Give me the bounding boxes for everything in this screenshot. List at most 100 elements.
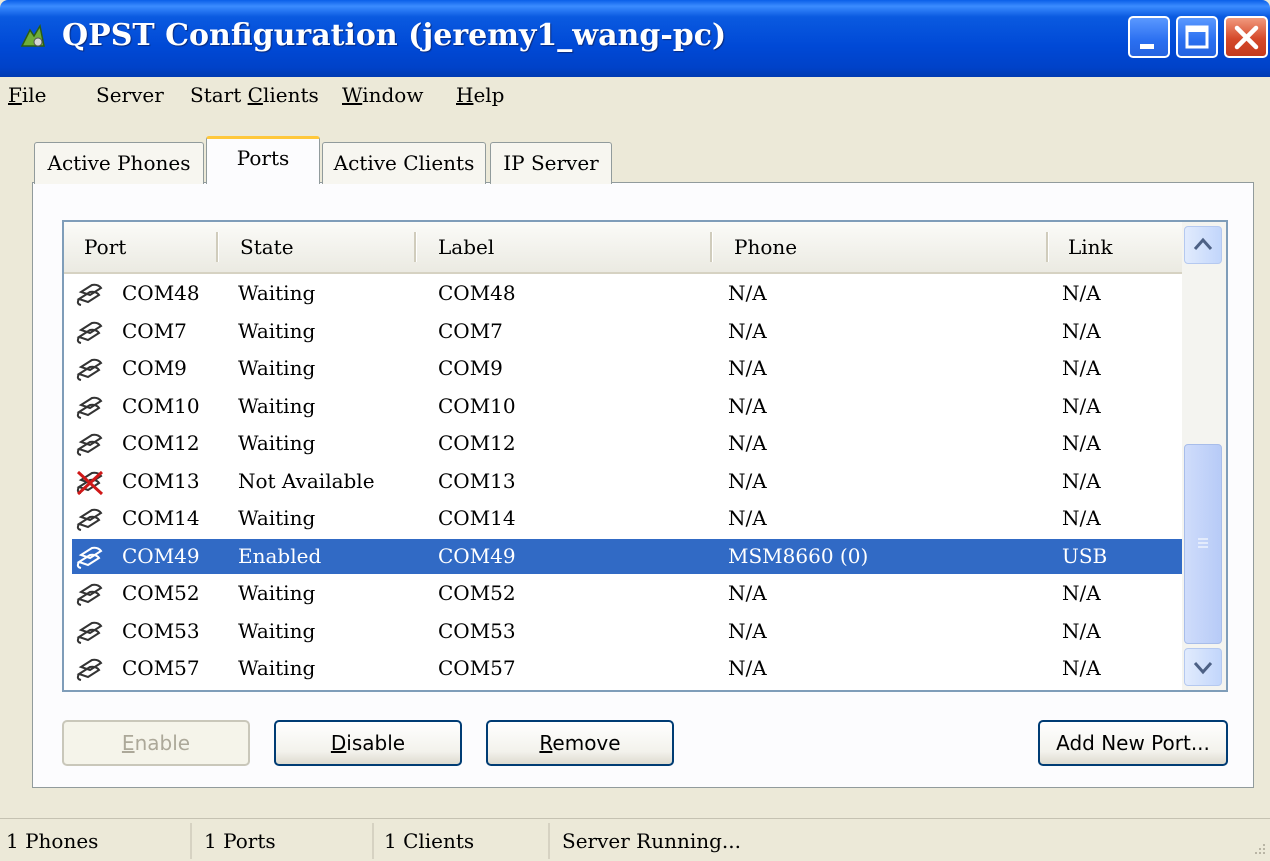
cell-port: COM10 bbox=[122, 393, 200, 418]
window-title: QPST Configuration (jeremy1_wang-pc) bbox=[62, 18, 727, 53]
ports-list-header: Port State Label Phone Link bbox=[64, 222, 1184, 274]
cell-label: COM9 bbox=[438, 356, 503, 380]
cell-state: Waiting bbox=[238, 618, 316, 643]
table-row[interactable]: COM7 Waiting COM7 N/A N/A bbox=[72, 314, 1182, 349]
cell-port: COM48 bbox=[122, 281, 200, 305]
cell-phone: N/A bbox=[728, 506, 767, 530]
table-row[interactable]: COM12 Waiting COM12 N/A N/A bbox=[72, 426, 1182, 461]
menu-bar: File Server Start Clients Window Help bbox=[0, 77, 1270, 117]
maximize-icon bbox=[1185, 25, 1209, 49]
maximize-button[interactable] bbox=[1176, 16, 1218, 58]
cell-link: N/A bbox=[1062, 431, 1101, 455]
cell-label: COM14 bbox=[438, 506, 516, 530]
menu-window[interactable]: Window bbox=[342, 83, 423, 107]
cell-link: N/A bbox=[1062, 581, 1101, 605]
cell-link: N/A bbox=[1062, 318, 1101, 343]
menu-window-mnemonic: W bbox=[342, 83, 363, 107]
cell-port: COM7 bbox=[122, 318, 187, 343]
ports-list[interactable]: Port State Label Phone Link COM48 Waiting… bbox=[62, 220, 1228, 692]
table-row[interactable]: COM13 Not Available COM13 N/A N/A bbox=[72, 464, 1182, 499]
menu-window-label: indow bbox=[362, 83, 424, 107]
table-row[interactable]: COM52 Waiting COM52 N/A N/A bbox=[72, 576, 1182, 611]
table-row[interactable]: COM14 Waiting COM14 N/A N/A bbox=[72, 501, 1182, 536]
title-bar[interactable]: QPST Configuration (jeremy1_wang-pc) bbox=[0, 0, 1270, 77]
menu-help[interactable]: Help bbox=[456, 83, 505, 107]
serial-port-icon bbox=[76, 580, 106, 608]
serial-port-icon bbox=[76, 618, 106, 646]
column-header-state[interactable]: State bbox=[240, 222, 294, 272]
remove-button-label: emove bbox=[552, 731, 621, 755]
menu-start-clients[interactable]: Start Clients bbox=[190, 83, 319, 107]
serial-port-icon bbox=[76, 505, 106, 533]
remove-button[interactable]: Remove bbox=[486, 720, 674, 766]
scroll-down-button[interactable] bbox=[1184, 648, 1222, 686]
column-divider[interactable] bbox=[216, 232, 219, 262]
cell-state: Not Available bbox=[238, 468, 375, 493]
cell-port: COM14 bbox=[122, 506, 200, 530]
table-row[interactable]: COM49 Enabled COM49 MSM8660 (0) USB bbox=[72, 538, 1182, 574]
cell-phone: N/A bbox=[728, 618, 767, 643]
column-divider[interactable] bbox=[414, 232, 417, 262]
table-row[interactable]: COM10 Waiting COM10 N/A N/A bbox=[72, 389, 1182, 424]
disable-button-label: isable bbox=[346, 731, 406, 755]
minimize-button[interactable] bbox=[1128, 16, 1170, 58]
menu-server[interactable]: Server bbox=[96, 83, 164, 107]
cell-port: COM12 bbox=[122, 431, 200, 455]
add-new-port-button[interactable]: Add New Port... bbox=[1038, 720, 1228, 766]
cell-state: Waiting bbox=[238, 656, 316, 680]
column-header-label[interactable]: Label bbox=[438, 222, 494, 272]
column-divider[interactable] bbox=[1046, 232, 1049, 262]
cell-label: COM13 bbox=[438, 468, 516, 493]
tab-active-clients[interactable]: Active Clients bbox=[322, 142, 486, 184]
menu-start-clients-label: lients bbox=[262, 83, 319, 107]
resize-grip-icon[interactable] bbox=[1250, 841, 1268, 859]
cell-port: COM49 bbox=[122, 543, 200, 568]
tab-ports[interactable]: Ports bbox=[206, 136, 320, 184]
tab-active-phones[interactable]: Active Phones bbox=[34, 142, 204, 184]
scroll-thumb[interactable] bbox=[1184, 444, 1222, 644]
cell-phone: N/A bbox=[728, 431, 767, 455]
enable-button-label: nable bbox=[134, 731, 191, 755]
menu-file[interactable]: File bbox=[8, 83, 47, 107]
tab-ip-server[interactable]: IP Server bbox=[490, 142, 612, 184]
qpst-app-icon bbox=[20, 23, 45, 47]
close-button[interactable] bbox=[1224, 16, 1268, 58]
scroll-up-button[interactable] bbox=[1184, 226, 1222, 264]
qpst-window: QPST Configuration (jeremy1_wang-pc) Fil… bbox=[0, 0, 1270, 861]
menu-file-label: ile bbox=[21, 83, 47, 107]
cell-label: COM12 bbox=[438, 431, 516, 455]
serial-port-unavailable-icon bbox=[76, 468, 106, 496]
column-header-phone[interactable]: Phone bbox=[734, 222, 797, 272]
cell-port: COM57 bbox=[122, 656, 200, 680]
menu-file-mnemonic: F bbox=[8, 83, 22, 107]
cell-phone: N/A bbox=[728, 581, 767, 605]
cell-link: N/A bbox=[1062, 656, 1101, 680]
status-bar: 1 Phones 1 Ports 1 Clients Server Runnin… bbox=[0, 818, 1270, 861]
column-divider[interactable] bbox=[710, 232, 713, 262]
cell-port: COM53 bbox=[122, 618, 200, 643]
grip-lines-icon bbox=[1198, 538, 1208, 548]
enable-button-mnemonic: E bbox=[121, 731, 135, 755]
table-row[interactable]: COM9 Waiting COM9 N/A N/A bbox=[72, 351, 1182, 386]
table-row[interactable]: COM53 Waiting COM53 N/A N/A bbox=[72, 614, 1182, 649]
chevron-down-icon bbox=[1193, 662, 1213, 675]
vertical-scrollbar[interactable] bbox=[1182, 222, 1226, 690]
status-ports: 1 Ports bbox=[204, 823, 374, 859]
menu-start-clients-prefix: Start bbox=[190, 83, 248, 107]
cell-state: Waiting bbox=[238, 318, 316, 343]
cell-link: USB bbox=[1062, 543, 1108, 568]
cell-phone: N/A bbox=[728, 468, 767, 493]
cell-port: COM52 bbox=[122, 581, 200, 605]
disable-button[interactable]: Disable bbox=[274, 720, 462, 766]
close-icon bbox=[1234, 25, 1259, 50]
serial-port-icon bbox=[76, 655, 106, 683]
column-header-port[interactable]: Port bbox=[84, 222, 126, 272]
cell-label: COM49 bbox=[438, 543, 516, 568]
menu-start-clients-mnemonic: C bbox=[247, 83, 263, 107]
table-row[interactable]: COM48 Waiting COM48 N/A N/A bbox=[72, 276, 1182, 311]
column-header-link[interactable]: Link bbox=[1068, 222, 1113, 272]
table-row[interactable]: COM57 Waiting COM57 N/A N/A bbox=[72, 651, 1182, 686]
status-server: Server Running... bbox=[562, 829, 742, 853]
cell-state: Waiting bbox=[238, 393, 316, 418]
enable-button[interactable]: Enable bbox=[62, 720, 250, 766]
